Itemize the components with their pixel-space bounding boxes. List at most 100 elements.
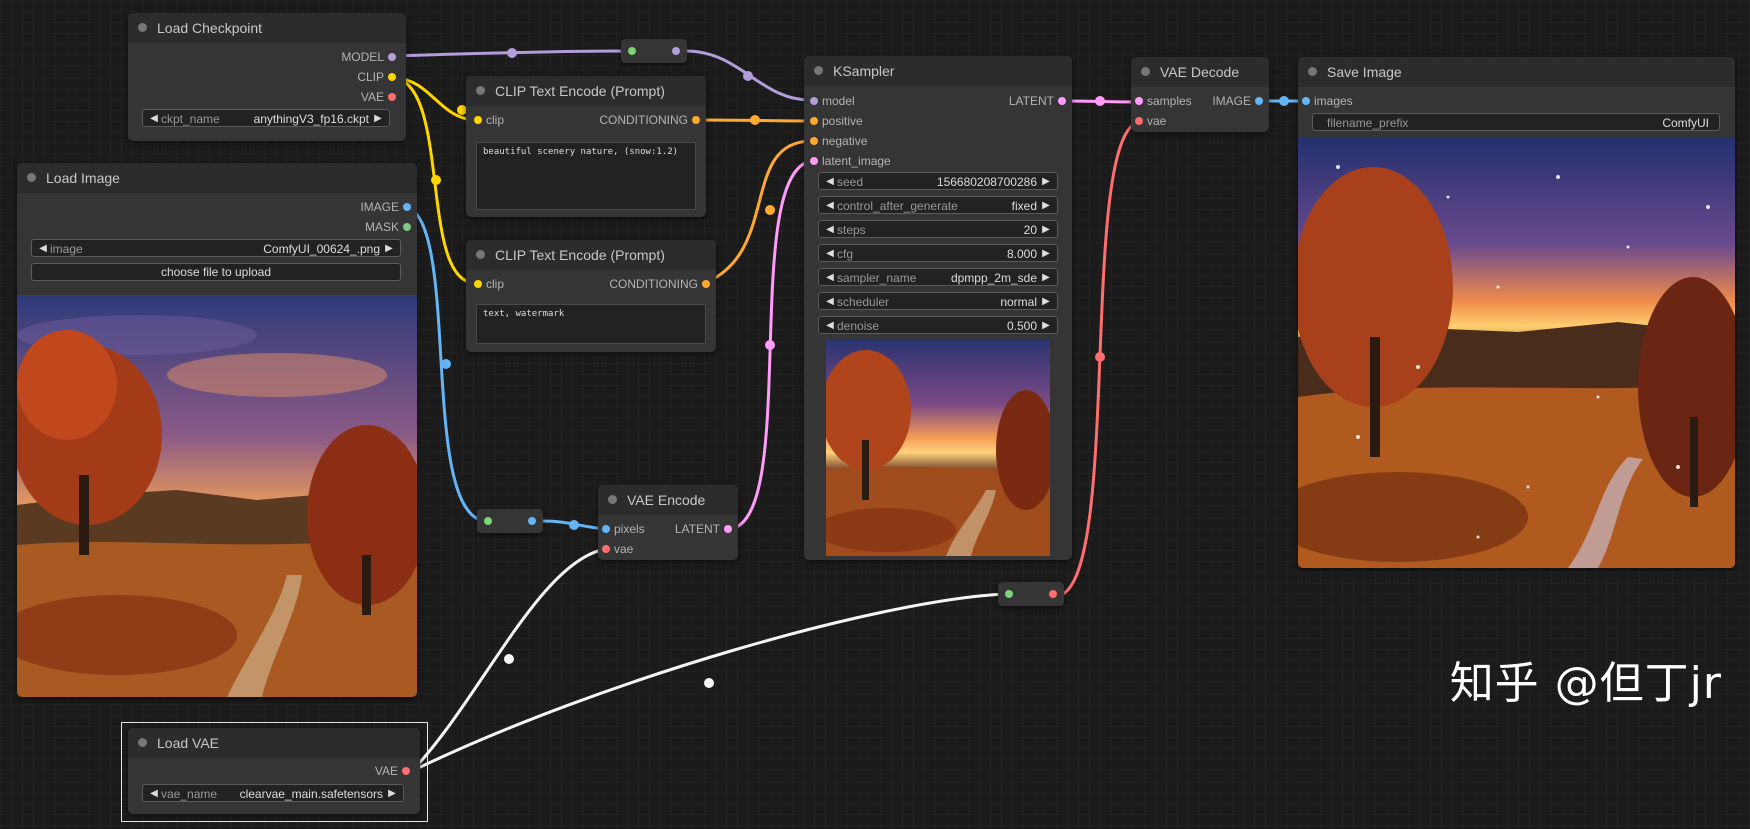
left-arrow-icon[interactable]: ◀ bbox=[37, 240, 49, 258]
prompt-textarea[interactable]: text, watermark bbox=[476, 304, 706, 344]
left-arrow-icon[interactable]: ◀ bbox=[824, 269, 836, 287]
left-arrow-icon[interactable]: ◀ bbox=[824, 293, 836, 311]
slot-dot[interactable] bbox=[1135, 117, 1143, 125]
input-latent-image[interactable]: latent_image bbox=[810, 154, 891, 168]
slot-dot[interactable] bbox=[403, 203, 411, 211]
prompt-textarea[interactable]: beautiful scenery nature, (snow:1.2) bbox=[476, 142, 696, 210]
slot-dot[interactable] bbox=[810, 97, 818, 105]
input-images[interactable]: images bbox=[1302, 94, 1353, 108]
slot-dot[interactable] bbox=[1302, 97, 1310, 105]
left-arrow-icon[interactable]: ◀ bbox=[824, 317, 836, 335]
input-positive[interactable]: positive bbox=[810, 114, 863, 128]
control-after-generate-widget[interactable]: ◀ control_after_generate fixed ▶ bbox=[818, 196, 1058, 214]
left-arrow-icon[interactable]: ◀ bbox=[824, 245, 836, 263]
left-arrow-icon[interactable]: ◀ bbox=[824, 197, 836, 215]
filename-prefix-widget[interactable]: filename_prefix ComfyUI bbox=[1312, 113, 1720, 131]
node-ksampler[interactable]: KSampler model positive negative latent_… bbox=[804, 56, 1072, 560]
node-save-image[interactable]: Save Image images filename_prefix ComfyU… bbox=[1298, 57, 1735, 568]
node-title[interactable]: KSampler bbox=[804, 56, 1072, 86]
output-mask[interactable]: MASK bbox=[365, 220, 411, 234]
right-arrow-icon[interactable]: ▶ bbox=[1040, 197, 1052, 215]
slot-dot[interactable] bbox=[724, 525, 732, 533]
collapse-dot[interactable] bbox=[1141, 67, 1150, 76]
slot-dot[interactable] bbox=[474, 280, 482, 288]
left-arrow-icon[interactable]: ◀ bbox=[824, 173, 836, 191]
node-title[interactable]: Load Checkpoint bbox=[128, 13, 406, 43]
slot-dot[interactable] bbox=[692, 116, 700, 124]
collapse-dot[interactable] bbox=[608, 495, 617, 504]
right-arrow-icon[interactable]: ▶ bbox=[1040, 221, 1052, 239]
output-clip[interactable]: CLIP bbox=[357, 70, 396, 84]
node-title[interactable]: Save Image bbox=[1298, 57, 1735, 87]
right-arrow-icon[interactable]: ▶ bbox=[1040, 317, 1052, 335]
slot-dot[interactable] bbox=[403, 223, 411, 231]
node-clip-text-encode-positive[interactable]: CLIP Text Encode (Prompt) clip CONDITION… bbox=[466, 76, 706, 217]
input-model[interactable]: model bbox=[810, 94, 855, 108]
reroute-in-dot[interactable] bbox=[484, 517, 492, 525]
reroute-out-dot[interactable] bbox=[528, 517, 536, 525]
output-conditioning[interactable]: CONDITIONING bbox=[609, 277, 710, 291]
input-samples[interactable]: samples bbox=[1135, 94, 1192, 108]
slot-dot[interactable] bbox=[810, 117, 818, 125]
seed-widget[interactable]: ◀ seed 156680208700286 ▶ bbox=[818, 172, 1058, 190]
slot-dot[interactable] bbox=[810, 157, 818, 165]
slot-dot[interactable] bbox=[388, 73, 396, 81]
collapse-dot[interactable] bbox=[814, 66, 823, 75]
reroute-in-dot[interactable] bbox=[628, 47, 636, 55]
collapse-dot[interactable] bbox=[27, 173, 36, 182]
slot-dot[interactable] bbox=[1135, 97, 1143, 105]
reroute-model[interactable] bbox=[621, 39, 687, 63]
node-load-image[interactable]: Load Image IMAGE MASK ◀ image ComfyUI_00… bbox=[17, 163, 417, 697]
reroute-vae[interactable] bbox=[998, 582, 1064, 606]
node-clip-text-encode-negative[interactable]: CLIP Text Encode (Prompt) clip CONDITION… bbox=[466, 240, 716, 352]
left-arrow-icon[interactable]: ◀ bbox=[824, 221, 836, 239]
right-arrow-icon[interactable]: ▶ bbox=[383, 240, 395, 258]
output-image[interactable]: IMAGE bbox=[1212, 94, 1263, 108]
slot-dot[interactable] bbox=[474, 116, 482, 124]
right-arrow-icon[interactable]: ▶ bbox=[372, 110, 384, 128]
node-title[interactable]: CLIP Text Encode (Prompt) bbox=[466, 240, 716, 270]
collapse-dot[interactable] bbox=[138, 23, 147, 32]
ckpt-name-widget[interactable]: ◀ ckpt_name anythingV3_fp16.ckpt ▶ bbox=[142, 109, 390, 127]
output-image[interactable]: IMAGE bbox=[360, 200, 411, 214]
left-arrow-icon[interactable]: ◀ bbox=[148, 110, 160, 128]
input-clip[interactable]: clip bbox=[474, 113, 504, 127]
node-title[interactable]: VAE Decode bbox=[1131, 57, 1269, 87]
sampler-name-widget[interactable]: ◀ sampler_name dpmpp_2m_sde ▶ bbox=[818, 268, 1058, 286]
slot-dot[interactable] bbox=[602, 525, 610, 533]
slot-dot[interactable] bbox=[702, 280, 710, 288]
output-latent[interactable]: LATENT bbox=[675, 522, 732, 536]
output-conditioning[interactable]: CONDITIONING bbox=[599, 113, 700, 127]
input-negative[interactable]: negative bbox=[810, 134, 867, 148]
upload-button[interactable]: choose file to upload bbox=[31, 263, 401, 281]
input-clip[interactable]: clip bbox=[474, 277, 504, 291]
input-pixels[interactable]: pixels bbox=[602, 522, 645, 536]
collapse-dot[interactable] bbox=[476, 250, 485, 259]
slot-dot[interactable] bbox=[388, 53, 396, 61]
right-arrow-icon[interactable]: ▶ bbox=[1040, 293, 1052, 311]
steps-widget[interactable]: ◀ steps 20 ▶ bbox=[818, 220, 1058, 238]
input-vae[interactable]: vae bbox=[602, 542, 633, 556]
reroute-image[interactable] bbox=[477, 509, 543, 533]
slot-dot[interactable] bbox=[1255, 97, 1263, 105]
collapse-dot[interactable] bbox=[476, 86, 485, 95]
reroute-out-dot[interactable] bbox=[1049, 590, 1057, 598]
reroute-in-dot[interactable] bbox=[1005, 590, 1013, 598]
denoise-widget[interactable]: ◀ denoise 0.500 ▶ bbox=[818, 316, 1058, 334]
node-title[interactable]: VAE Encode bbox=[598, 485, 738, 515]
image-widget[interactable]: ◀ image ComfyUI_00624_.png ▶ bbox=[31, 239, 401, 257]
cfg-widget[interactable]: ◀ cfg 8.000 ▶ bbox=[818, 244, 1058, 262]
slot-dot[interactable] bbox=[1058, 97, 1066, 105]
input-vae[interactable]: vae bbox=[1135, 114, 1166, 128]
slot-dot[interactable] bbox=[388, 93, 396, 101]
right-arrow-icon[interactable]: ▶ bbox=[1040, 269, 1052, 287]
collapse-dot[interactable] bbox=[1308, 67, 1317, 76]
scheduler-widget[interactable]: ◀ scheduler normal ▶ bbox=[818, 292, 1058, 310]
node-vae-encode[interactable]: VAE Encode pixels vae LATENT bbox=[598, 485, 738, 560]
output-vae[interactable]: VAE bbox=[361, 90, 396, 104]
right-arrow-icon[interactable]: ▶ bbox=[1040, 245, 1052, 263]
node-title[interactable]: CLIP Text Encode (Prompt) bbox=[466, 76, 706, 106]
slot-dot[interactable] bbox=[602, 545, 610, 553]
slot-dot[interactable] bbox=[810, 137, 818, 145]
right-arrow-icon[interactable]: ▶ bbox=[1040, 173, 1052, 191]
